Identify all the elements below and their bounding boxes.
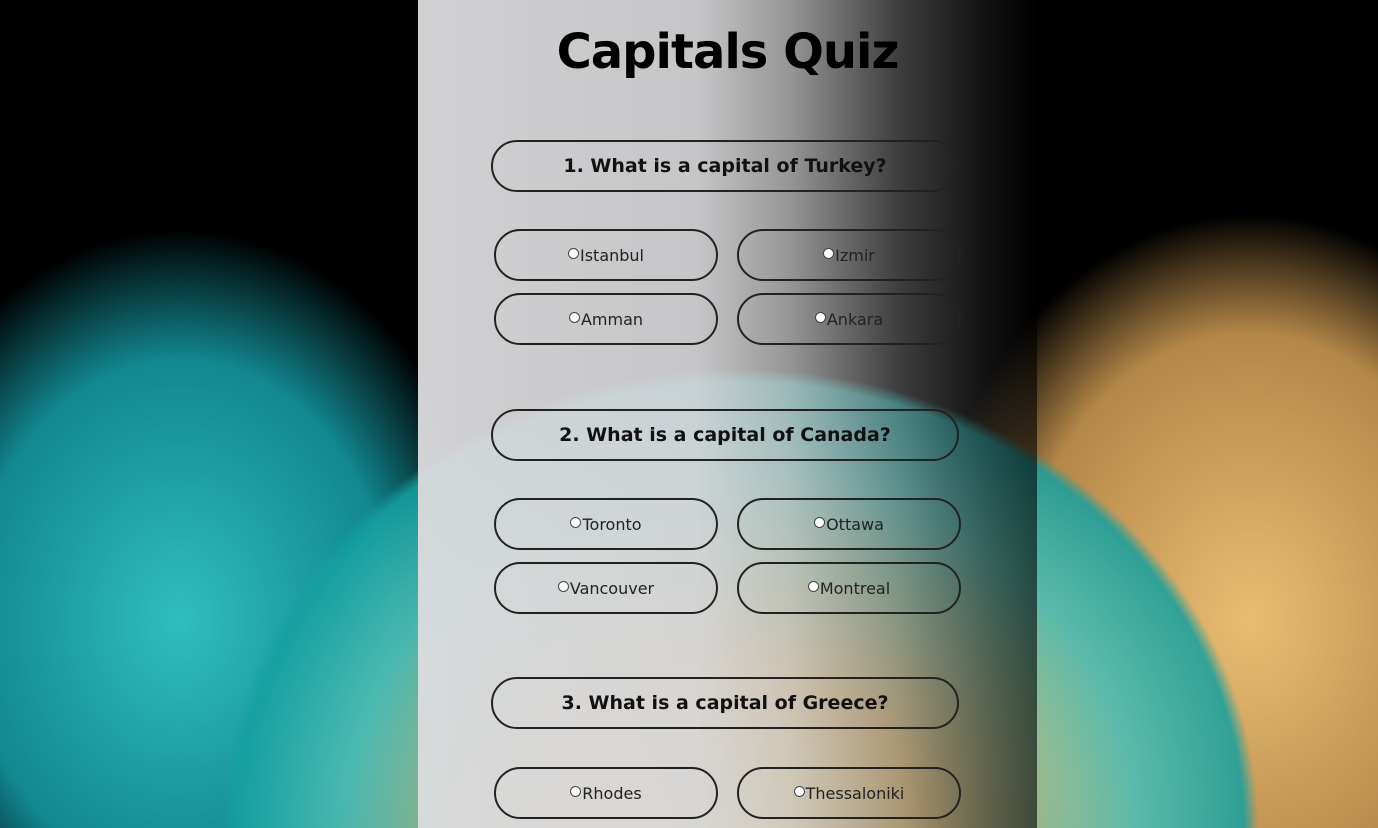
answer-option[interactable]: Ankara <box>737 293 961 345</box>
radio-button[interactable] <box>570 516 582 528</box>
answer-option[interactable]: Istanbul <box>494 229 718 281</box>
answer-option[interactable]: Vancouver <box>494 562 718 614</box>
answer-label: Vancouver <box>569 578 655 598</box>
answer-label: Amman <box>580 309 644 329</box>
radio-button[interactable] <box>570 785 582 797</box>
radio-button[interactable] <box>823 247 835 259</box>
answer-label: Toronto <box>582 514 642 534</box>
answer-label: Thessaloniki <box>805 783 905 803</box>
radio-button[interactable] <box>793 785 805 797</box>
answer-label: Rhodes <box>582 783 642 803</box>
answer-label: Istanbul <box>579 245 644 265</box>
answer-option[interactable]: Montreal <box>737 562 961 614</box>
question-2: 2. What is a capital of Canada? <box>491 409 959 461</box>
answer-label: Ankara <box>826 309 884 329</box>
question-1: 1. What is a capital of Turkey? <box>491 140 959 192</box>
question-3: 3. What is a capital of Greece? <box>491 677 959 729</box>
answer-label: Ottawa <box>826 514 884 534</box>
radio-button[interactable] <box>814 516 826 528</box>
answer-label: Montreal <box>819 578 891 598</box>
radio-button[interactable] <box>568 311 580 323</box>
page-title: Capitals Quiz <box>556 24 900 80</box>
answer-option[interactable]: Amman <box>494 293 718 345</box>
radio-button[interactable] <box>557 580 569 592</box>
answer-option[interactable]: Thessaloniki <box>737 767 961 819</box>
radio-button[interactable] <box>807 580 819 592</box>
radio-button[interactable] <box>814 311 826 323</box>
answer-option[interactable]: Ottawa <box>737 498 961 550</box>
quiz-panel: Capitals Quiz 1. What is a capital of Tu… <box>418 0 1037 828</box>
radio-button[interactable] <box>567 247 579 259</box>
answer-label: Izmir <box>835 245 875 265</box>
answer-option[interactable]: Izmir <box>737 229 961 281</box>
answer-option[interactable]: Rhodes <box>494 767 718 819</box>
answer-option[interactable]: Toronto <box>494 498 718 550</box>
